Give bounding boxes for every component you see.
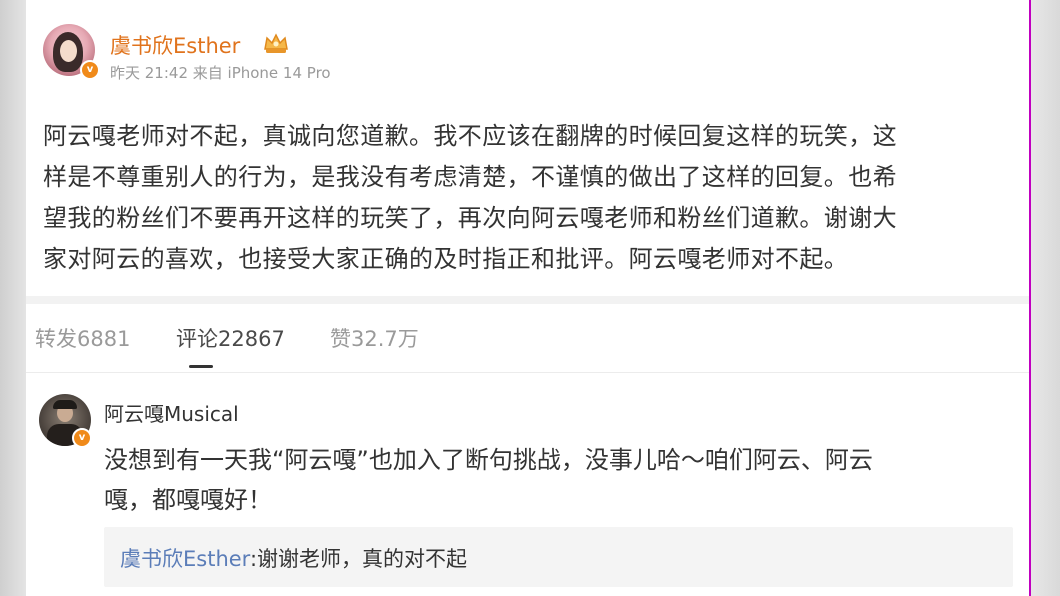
background-left — [0, 0, 26, 596]
post-content-line: 阿云嘎老师对不起，真诚向您道歉。我不应该在翻牌的时候回复这样的玩笑，这 — [43, 122, 897, 150]
window-edge — [1029, 0, 1031, 596]
reply-separator: : — [249, 547, 258, 571]
comment-content: 没想到有一天我“阿云嘎”也加入了断句挑战，没事儿哈～咱们阿云、阿云 嘎，都嘎嘎好… — [104, 440, 1004, 520]
comment-content-line: 嘎，都嘎嘎好！ — [104, 486, 272, 514]
reply-line: 虞书欣Esther:谢谢老师，真的对不起 — [120, 543, 467, 573]
comment-content-line: 没想到有一天我“阿云嘎”也加入了断句挑战，没事儿哈～咱们阿云、阿云 — [104, 446, 873, 474]
reply-box[interactable]: 虞书欣Esther:谢谢老师，真的对不起 — [104, 527, 1013, 587]
post-content-line: 望我的粉丝们不要再开这样的玩笑了，再次向阿云嘎老师和粉丝们道歉。谢谢大 — [43, 204, 897, 232]
post-content: 阿云嘎老师对不起，真诚向您道歉。我不应该在翻牌的时候回复这样的玩笑，这 样是不尊… — [43, 116, 1008, 280]
reply-author-name[interactable]: 虞书欣Esther — [120, 547, 250, 571]
vip-crown-icon — [264, 33, 288, 53]
reply-text: 谢谢老师，真的对不起 — [257, 547, 468, 571]
section-divider — [26, 296, 1029, 304]
comment-author-name[interactable]: 阿云嘎Musical — [104, 398, 239, 427]
post-meta: 昨天 21:42 来自 iPhone 14 Pro — [110, 64, 331, 82]
post-author-name[interactable]: 虞书欣Esther — [110, 30, 240, 60]
active-tab-indicator — [189, 365, 213, 368]
background-right — [1030, 0, 1060, 596]
post-content-line: 样是不尊重别人的行为，是我没有考虑清楚，不谨慎的做出了这样的回复。也希 — [43, 163, 897, 191]
tab-comment[interactable]: 评论22867 — [176, 323, 285, 353]
tab-repost[interactable]: 转发6881 — [35, 323, 130, 353]
tabs-divider — [26, 372, 1029, 373]
tab-like[interactable]: 赞32.7万 — [330, 323, 419, 353]
verified-icon: v — [80, 60, 100, 80]
verified-icon: v — [72, 428, 92, 448]
post-content-line: 家对阿云的喜欢，也接受大家正确的及时指正和批评。阿云嘎老师对不起。 — [43, 245, 849, 273]
